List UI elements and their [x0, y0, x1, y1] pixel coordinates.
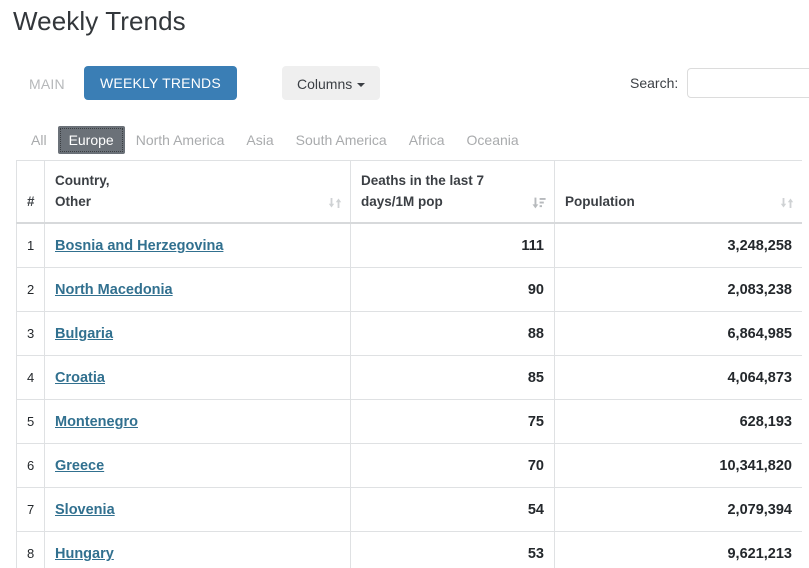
- table-row: 7 Slovenia 54 2,079,394: [16, 487, 802, 532]
- table-row: 8 Hungary 53 9,621,213: [16, 531, 802, 568]
- cell-index: 7: [16, 487, 45, 532]
- sort-descending-icon: [532, 197, 546, 209]
- table-row: 5 Montenegro 75 628,193: [16, 399, 802, 444]
- region-tab-europe[interactable]: Europe: [57, 126, 125, 154]
- region-tab-africa[interactable]: Africa: [398, 126, 456, 154]
- cell-deaths: 70: [350, 443, 555, 488]
- columns-button[interactable]: Columns: [282, 66, 381, 100]
- caret-down-icon: [357, 83, 366, 87]
- toolbar: MAIN WEEKLY TRENDS Columns Search:: [0, 66, 809, 104]
- cell-index: 1: [16, 222, 45, 268]
- cell-index: 8: [16, 531, 45, 568]
- region-tabs: All Europe North America Asia South America A…: [0, 126, 809, 156]
- cell-population: 6,864,985: [554, 311, 802, 356]
- tab-weekly-trends[interactable]: WEEKLY TRENDS: [84, 66, 237, 100]
- table-row: 3 Bulgaria 88 6,864,985: [16, 311, 802, 356]
- country-link[interactable]: Croatia: [55, 370, 105, 386]
- column-header-population-label: Population: [565, 194, 635, 209]
- cell-population: 2,079,394: [554, 487, 802, 532]
- search-input[interactable]: [687, 68, 809, 98]
- search-label: Search:: [630, 75, 679, 91]
- cell-deaths: 85: [350, 355, 555, 400]
- column-header-country-line2: Other: [55, 194, 92, 209]
- sort-neutral-icon: [328, 198, 342, 208]
- region-tab-north-america[interactable]: North America: [125, 126, 236, 154]
- column-header-deaths-line1: Deaths in the last 7: [361, 173, 485, 188]
- table-row: 2 North Macedonia 90 2,083,238: [16, 267, 802, 312]
- cell-deaths: 75: [350, 399, 555, 444]
- cell-population: 2,083,238: [554, 267, 802, 312]
- cell-country: Hungary: [44, 531, 351, 568]
- cell-country: North Macedonia: [44, 267, 351, 312]
- columns-button-label: Columns: [297, 76, 353, 92]
- cell-population: 3,248,258: [554, 222, 802, 268]
- cell-country: Croatia: [44, 355, 351, 400]
- cell-index: 6: [16, 443, 45, 488]
- cell-index: 3: [16, 311, 45, 356]
- cell-country: Greece: [44, 443, 351, 488]
- cell-population: 9,621,213: [554, 531, 802, 568]
- region-tab-south-america[interactable]: South America: [285, 126, 398, 154]
- column-header-index-label: #: [27, 194, 35, 209]
- cell-deaths: 54: [350, 487, 555, 532]
- cell-index: 2: [16, 267, 45, 312]
- column-header-index[interactable]: #: [16, 160, 45, 224]
- cell-population: 10,341,820: [554, 443, 802, 488]
- cell-population: 4,064,873: [554, 355, 802, 400]
- cell-deaths: 90: [350, 267, 555, 312]
- cell-population: 628,193: [554, 399, 802, 444]
- sort-neutral-icon: [780, 198, 794, 208]
- cell-country: Bulgaria: [44, 311, 351, 356]
- column-header-country-line1: Country,: [55, 173, 110, 188]
- region-tab-oceania[interactable]: Oceania: [456, 126, 530, 154]
- cell-deaths: 53: [350, 531, 555, 568]
- cell-deaths: 88: [350, 311, 555, 356]
- column-header-country[interactable]: Country, Other: [44, 160, 351, 224]
- country-link[interactable]: Bulgaria: [55, 326, 113, 342]
- tab-main[interactable]: MAIN: [29, 76, 65, 92]
- country-link[interactable]: Bosnia and Herzegovina: [55, 238, 223, 254]
- cell-country: Slovenia: [44, 487, 351, 532]
- table-header-row: # Country, Other Deaths in the last 7 da…: [16, 160, 802, 224]
- cell-country: Bosnia and Herzegovina: [44, 222, 351, 268]
- country-link[interactable]: Greece: [55, 458, 104, 474]
- table-row: 4 Croatia 85 4,064,873: [16, 355, 802, 400]
- country-link[interactable]: Montenegro: [55, 414, 138, 430]
- weekly-trends-page: Weekly Trends MAIN WEEKLY TRENDS Columns…: [0, 0, 809, 568]
- cell-index: 5: [16, 399, 45, 444]
- page-title: Weekly Trends: [13, 6, 186, 36]
- data-table-container: # Country, Other Deaths in the last 7 da…: [16, 160, 802, 568]
- country-link[interactable]: Slovenia: [55, 502, 115, 518]
- region-tab-asia[interactable]: Asia: [235, 126, 284, 154]
- cell-country: Montenegro: [44, 399, 351, 444]
- table-header: # Country, Other Deaths in the last 7 da…: [16, 160, 802, 224]
- country-link[interactable]: North Macedonia: [55, 282, 173, 298]
- column-header-deaths[interactable]: Deaths in the last 7 days/1M pop: [350, 160, 555, 224]
- table-body: 1 Bosnia and Herzegovina 111 3,248,258 2…: [16, 222, 802, 568]
- search-area: Search:: [630, 66, 809, 100]
- region-tab-all[interactable]: All: [20, 126, 58, 154]
- table-row: 1 Bosnia and Herzegovina 111 3,248,258: [16, 222, 802, 268]
- cell-deaths: 111: [350, 222, 555, 268]
- column-header-population[interactable]: Population: [554, 160, 802, 224]
- column-header-deaths-line2: days/1M pop: [361, 194, 443, 209]
- cell-index: 4: [16, 355, 45, 400]
- table-row: 6 Greece 70 10,341,820: [16, 443, 802, 488]
- country-link[interactable]: Hungary: [55, 546, 114, 562]
- weekly-trends-table: # Country, Other Deaths in the last 7 da…: [16, 160, 802, 568]
